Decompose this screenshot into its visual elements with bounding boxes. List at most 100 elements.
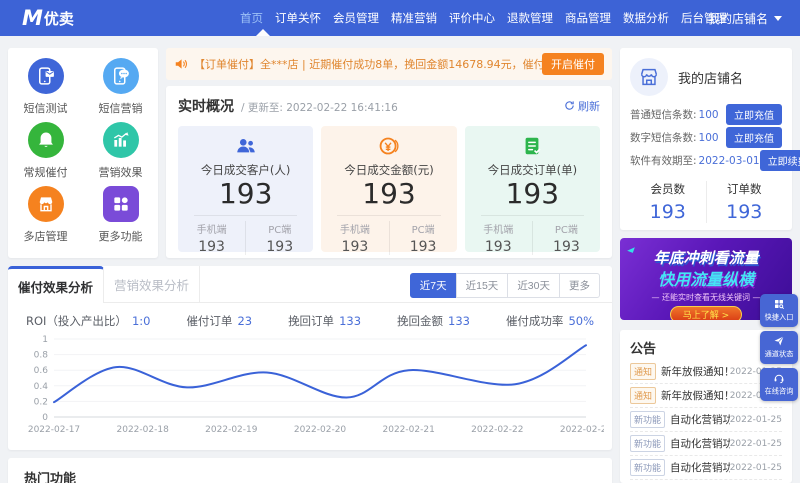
nav-item-会员管理[interactable]: 会员管理 bbox=[333, 10, 379, 26]
nav-item-评价中心[interactable]: 评价中心 bbox=[449, 10, 495, 26]
divider bbox=[194, 215, 298, 217]
nav-item-首页[interactable]: 首页 bbox=[240, 10, 263, 26]
svg-text:0.6: 0.6 bbox=[34, 366, 49, 376]
stat-sub-row: 手机端 193 PC端 193 bbox=[178, 221, 313, 256]
sub-label: PC端 bbox=[411, 225, 435, 237]
sub-value: 193 bbox=[409, 239, 437, 256]
float-button-在线咨询[interactable]: 在线咨询 bbox=[760, 368, 798, 401]
nav-item-订单关怀[interactable]: 订单关怀 bbox=[275, 10, 321, 26]
refresh-label: 刷新 bbox=[578, 99, 600, 113]
announcement-item[interactable]: 新功能自动化营销功能上线2022-01-25 bbox=[630, 432, 782, 456]
svg-text:2022-02-18: 2022-02-18 bbox=[117, 425, 170, 435]
refresh-button[interactable]: 刷新 bbox=[564, 98, 600, 114]
quick-item-更多功能[interactable]: 更多功能 bbox=[83, 186, 158, 250]
shop-stat-订单数: 订单数 193 bbox=[707, 181, 783, 223]
sub-label: 手机端 bbox=[339, 225, 370, 237]
logo-text: 优卖 bbox=[43, 9, 74, 28]
sub-label: PC端 bbox=[554, 225, 578, 237]
shop-stat-label: 订单数 bbox=[727, 182, 762, 196]
shop-stat-value: 193 bbox=[649, 201, 686, 223]
banner-subheadline: 快用流量纵横 bbox=[657, 270, 754, 289]
float-button-通道状态[interactable]: 通道状态 bbox=[760, 331, 798, 364]
app-logo[interactable]: M 优卖 bbox=[22, 0, 74, 36]
quick-item-label: 多店管理 bbox=[23, 230, 68, 243]
hot-features-panel: 热门功能 bbox=[8, 458, 612, 483]
range-button-更多[interactable]: 更多 bbox=[559, 273, 600, 298]
svg-text:0.2: 0.2 bbox=[34, 397, 48, 407]
stat-sub-row: 手机端 193 PC端 193 bbox=[465, 221, 600, 256]
stat-sub-col: PC端 193 bbox=[533, 221, 600, 255]
quick-item-常规催付[interactable]: 常规催付 bbox=[8, 122, 83, 186]
announcement-date: 2022-01-25 bbox=[729, 462, 782, 473]
stat-card-label: 今日成交客户(人) bbox=[200, 163, 291, 177]
tab-marketing-analysis[interactable]: 营销效果分析 bbox=[104, 266, 200, 302]
metric-催付订单: 催付订单 23 bbox=[186, 314, 253, 328]
headset-icon bbox=[773, 372, 785, 384]
quick-item-营销效果[interactable]: 营销效果 bbox=[83, 122, 158, 186]
shop-stats: 会员数 193 订单数 193 bbox=[630, 181, 782, 223]
chevron-down-icon bbox=[774, 15, 782, 21]
announcement-text: 新年放假通知！！！ bbox=[661, 366, 730, 378]
metric-催付成功率: 催付成功率 50% bbox=[505, 314, 594, 328]
tab-reminder-analysis[interactable]: 催付效果分析 bbox=[8, 266, 104, 303]
grid-search-icon bbox=[773, 298, 785, 310]
metric-value: 23 bbox=[237, 314, 253, 328]
floating-side-menu: 快捷入口通道状态在线咨询 bbox=[760, 294, 798, 401]
stat-sub-col: PC端 193 bbox=[390, 221, 457, 255]
nav-item-退款管理[interactable]: 退款管理 bbox=[507, 10, 553, 26]
shop-row-value: 100 bbox=[698, 131, 719, 144]
nav-item-商品管理[interactable]: 商品管理 bbox=[565, 10, 611, 26]
quick-item-label: 更多功能 bbox=[98, 230, 143, 243]
announcement-text: 自动化营销功能上线 bbox=[670, 462, 730, 474]
announcement-tag: 通知 bbox=[630, 363, 657, 380]
quick-item-label: 营销效果 bbox=[98, 166, 143, 179]
quick-item-label: 常规催付 bbox=[23, 166, 68, 179]
svg-text:2022-02-19: 2022-02-19 bbox=[205, 425, 258, 435]
metric-挽回金额: 挽回金额 133 bbox=[397, 314, 470, 328]
speaker-icon bbox=[174, 57, 188, 71]
shop-account-label: 我的店铺名 bbox=[707, 11, 768, 26]
banner-headline: 年底冲刺看流量 bbox=[653, 249, 759, 267]
stat-card-今日成交金额(元): 今日成交金额(元) 193 手机端 193 PC端 193 bbox=[321, 126, 457, 256]
shop-row-button-立即充值[interactable]: 立即充值 bbox=[726, 127, 782, 148]
nav-item-精准营销[interactable]: 精准营销 bbox=[391, 10, 437, 26]
stat-sub-row: 手机端 193 PC端 193 bbox=[321, 221, 457, 256]
stat-card-label: 今日成交订单(单) bbox=[487, 163, 578, 177]
active-tab-notch bbox=[256, 29, 270, 36]
shop-stat-label: 会员数 bbox=[650, 182, 686, 196]
stat-sub-col: 手机端 193 bbox=[178, 221, 247, 256]
metric-ROI（投入产出比）: ROI（投入产出比） 1:0 bbox=[26, 314, 151, 328]
store-icon bbox=[36, 194, 56, 214]
stat-sub-col: PC端 193 bbox=[246, 221, 313, 255]
metric-value: 50% bbox=[568, 314, 594, 328]
svg-text:2022-02-21: 2022-02-21 bbox=[383, 425, 435, 435]
quick-item-多店管理[interactable]: 多店管理 bbox=[8, 186, 83, 250]
sms-test-icon bbox=[36, 66, 56, 86]
order-icon bbox=[465, 135, 600, 161]
announcement-item[interactable]: 新功能自动化营销功能上线2022-01-25 bbox=[630, 408, 782, 432]
shop-row-button-立即充值[interactable]: 立即充值 bbox=[726, 104, 782, 125]
shop-row-label: 普通短信条数: bbox=[630, 109, 697, 121]
range-button-近7天[interactable]: 近7天 bbox=[409, 273, 457, 298]
quick-item-短信测试[interactable]: 短信测试 bbox=[8, 58, 83, 122]
svg-text:0.8: 0.8 bbox=[34, 351, 49, 361]
nav-item-数据分析[interactable]: 数据分析 bbox=[623, 10, 669, 26]
hot-features-title: 热门功能 bbox=[24, 472, 77, 483]
quick-item-短信营销[interactable]: 短信营销 bbox=[83, 58, 158, 122]
grid-icon bbox=[111, 194, 131, 214]
analysis-tabs: 催付效果分析 营销效果分析 近7天 近15天 近30天 更多 bbox=[8, 266, 612, 303]
shop-row-button-立即续费[interactable]: 立即续费 bbox=[759, 150, 800, 171]
sub-label: 手机端 bbox=[196, 225, 227, 237]
range-button-近30天[interactable]: 近30天 bbox=[507, 273, 560, 298]
shop-row-value: 2022-03-01 bbox=[698, 154, 760, 167]
range-button-近15天[interactable]: 近15天 bbox=[455, 273, 509, 298]
float-button-快捷入口[interactable]: 快捷入口 bbox=[760, 294, 798, 327]
announcement-item[interactable]: 新功能自动化营销功能上线2022-01-25 bbox=[630, 456, 782, 480]
shop-account-menu[interactable]: 我的店铺名 bbox=[708, 0, 782, 36]
divider bbox=[480, 215, 584, 217]
banner-cta-button[interactable]: 马上了解 > bbox=[669, 306, 743, 320]
quick-grid: 短信测试 短信营销常规催付 营销效果多店管理 更多功能 bbox=[8, 58, 158, 250]
start-reminder-button[interactable]: 开启催付 bbox=[542, 53, 604, 75]
stat-sub-col: 手机端 193 bbox=[465, 221, 533, 256]
stat-card-label: 今日成交金额(元) bbox=[344, 163, 434, 177]
